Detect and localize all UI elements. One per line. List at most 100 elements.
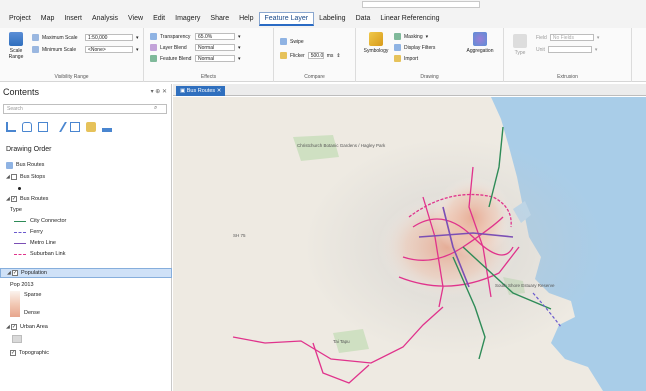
tab-feature-layer[interactable]: Feature Layer	[258, 11, 315, 26]
chevron-down-icon[interactable]: ▾	[151, 89, 154, 95]
tab-bus-routes[interactable]: ▣ Bus Routes ✕	[176, 86, 226, 96]
list-by-perspective-icon[interactable]	[102, 122, 112, 132]
extrusion-group-label: Extrusion	[557, 74, 578, 80]
topographic-visibility-checkbox[interactable]: ✓	[10, 350, 16, 356]
chevron-down-icon[interactable]: ▾	[238, 45, 241, 51]
aggregation-icon	[473, 32, 487, 46]
tree-layer-bus-routes[interactable]: ◢ ✓ Bus Routes	[0, 194, 172, 204]
transparency-row: Transparency 65.0% ▾	[150, 33, 241, 40]
ribbon-tab-bar: Project Map Insert Analysis View Edit Imagery S…	[0, 9, 646, 28]
park-label: Christchurch Botanic Gardens / Hagley Pa…	[297, 143, 386, 148]
max-scale-combo[interactable]: 1:50,000	[85, 34, 133, 41]
flicker-icon	[280, 52, 287, 59]
list-by-editing-icon[interactable]	[51, 122, 67, 132]
legend-item: City Connector	[0, 216, 172, 226]
swipe-button[interactable]: Swipe	[280, 38, 304, 45]
tab-share[interactable]: Share	[205, 13, 234, 24]
chevron-down-icon[interactable]: ▾	[136, 47, 139, 53]
aggregation-label: Aggregation	[466, 48, 494, 54]
extrusion-field-combo[interactable]: No Fields	[549, 34, 594, 41]
tree-layer-urban-area[interactable]: ◢ ✓ Urban Area	[0, 322, 172, 332]
tab-project[interactable]: Project	[4, 13, 36, 24]
map-canvas[interactable]: Christchurch Botanic Gardens / Hagley Pa…	[173, 97, 646, 391]
chevron-down-icon[interactable]: ▾	[238, 56, 241, 62]
tab-linear-referencing[interactable]: Linear Referencing	[375, 13, 444, 24]
tab-edit[interactable]: Edit	[148, 13, 170, 24]
masking-icon	[394, 33, 401, 40]
urban-area-visibility-checkbox[interactable]: ✓	[11, 324, 17, 330]
legend-item: Metro Line	[0, 238, 172, 248]
list-by-selection-icon[interactable]	[38, 122, 48, 132]
legend-label: Ferry	[30, 229, 43, 235]
tree-layer-population[interactable]: ◢ ✓ Population	[0, 268, 172, 278]
tree-layer-topographic[interactable]: ✓ Topographic	[0, 348, 172, 358]
list-by-drawing-order-icon[interactable]	[6, 122, 16, 132]
close-icon[interactable]: ✕	[162, 89, 167, 95]
aggregation-button[interactable]: Aggregation	[462, 32, 498, 54]
effects-group: Transparency 65.0% ▾ Layer Blend Normal …	[144, 28, 274, 82]
swipe-icon	[280, 38, 287, 45]
display-filters-button[interactable]: Display Filters	[394, 44, 435, 51]
park-area	[293, 135, 339, 161]
population-label: Population	[21, 270, 47, 276]
transparency-combo[interactable]: 65.0%	[195, 33, 235, 40]
bus-stops-visibility-checkbox[interactable]	[11, 174, 17, 180]
map-view[interactable]: Christchurch Botanic Gardens / Hagley Pa…	[173, 97, 646, 391]
flicker-row: Flicker 500.0 ms ⇕	[280, 52, 341, 59]
chevron-down-icon[interactable]: ▾	[136, 35, 139, 41]
legend-item: Ferry	[0, 227, 172, 237]
bus-routes-visibility-checkbox[interactable]: ✓	[11, 196, 17, 202]
display-filters-label: Display Filters	[404, 44, 436, 51]
pane-controls: ▾ ⊕ ✕	[151, 88, 167, 95]
list-by-source-icon[interactable]	[22, 122, 32, 132]
tab-analysis[interactable]: Analysis	[87, 13, 123, 24]
chevron-down-icon[interactable]: ▾	[597, 35, 600, 41]
point-symbol-icon	[18, 186, 21, 190]
tree-map-row[interactable]: Bus Routes	[0, 160, 172, 170]
tab-view[interactable]: View	[123, 13, 148, 24]
extrusion-field-row: Field No Fields ▾	[536, 34, 599, 41]
list-by-snapping-icon[interactable]	[70, 122, 80, 132]
legend-label: City Connector	[30, 218, 67, 224]
min-scale-combo[interactable]: <None>	[85, 46, 133, 53]
compare-group: Swipe Flicker 500.0 ms ⇕ Compare	[274, 28, 356, 82]
swipe-label: Swipe	[290, 38, 304, 45]
paintbrush-icon	[369, 32, 383, 46]
command-search-box[interactable]	[362, 1, 480, 8]
spinner-icon[interactable]: ⇕	[336, 53, 340, 59]
max-scale-label: Maximum Scale	[42, 34, 78, 41]
extrusion-type-label: Type	[514, 50, 526, 56]
masking-button[interactable]: Masking ▾	[394, 33, 428, 40]
population-visibility-checkbox[interactable]: ✓	[12, 270, 18, 276]
tab-data[interactable]: Data	[351, 13, 376, 24]
map-view-tab-bar: ▣ Bus Routes ✕	[173, 84, 646, 96]
chevron-down-icon[interactable]: ▾	[595, 47, 598, 53]
effects-group-label: Effects	[200, 74, 217, 80]
tab-imagery[interactable]: Imagery	[170, 13, 205, 24]
tab-insert[interactable]: Insert	[59, 13, 87, 24]
flicker-label[interactable]: Flicker	[290, 53, 305, 59]
contents-search-input[interactable]: Search	[3, 104, 167, 114]
tab-map[interactable]: Map	[36, 13, 60, 24]
visibility-range-group-label: Visibility Range	[54, 74, 89, 80]
scale-range-button[interactable]: Scale Range	[4, 32, 28, 60]
max-scale-row: Maximum Scale 1:50,000 ▾	[32, 34, 139, 41]
extrusion-unit-combo[interactable]	[547, 46, 592, 53]
flicker-input[interactable]: 500.0	[307, 52, 324, 59]
import-button[interactable]: Import	[394, 55, 418, 62]
tab-labeling[interactable]: Labeling	[314, 13, 350, 24]
tab-help[interactable]: Help	[234, 13, 258, 24]
search-icon[interactable]: ⌕	[154, 105, 157, 112]
extrusion-type-button[interactable]: Type	[510, 34, 530, 56]
close-icon[interactable]: ✕	[215, 88, 222, 94]
line-symbol-icon	[14, 231, 26, 233]
chevron-down-icon[interactable]: ▾	[238, 34, 241, 40]
feature-blend-combo[interactable]: Normal	[195, 55, 235, 62]
layer-blend-combo[interactable]: Normal	[195, 44, 235, 51]
legend-item: Suburban Link	[0, 249, 172, 259]
pin-icon[interactable]: ⊕	[155, 89, 160, 95]
tree-layer-bus-stops[interactable]: ◢ Bus Stops	[0, 172, 172, 182]
list-by-labeling-icon[interactable]	[86, 122, 96, 132]
symbology-button[interactable]: Symbology	[362, 32, 390, 54]
import-label: Import	[404, 55, 419, 62]
